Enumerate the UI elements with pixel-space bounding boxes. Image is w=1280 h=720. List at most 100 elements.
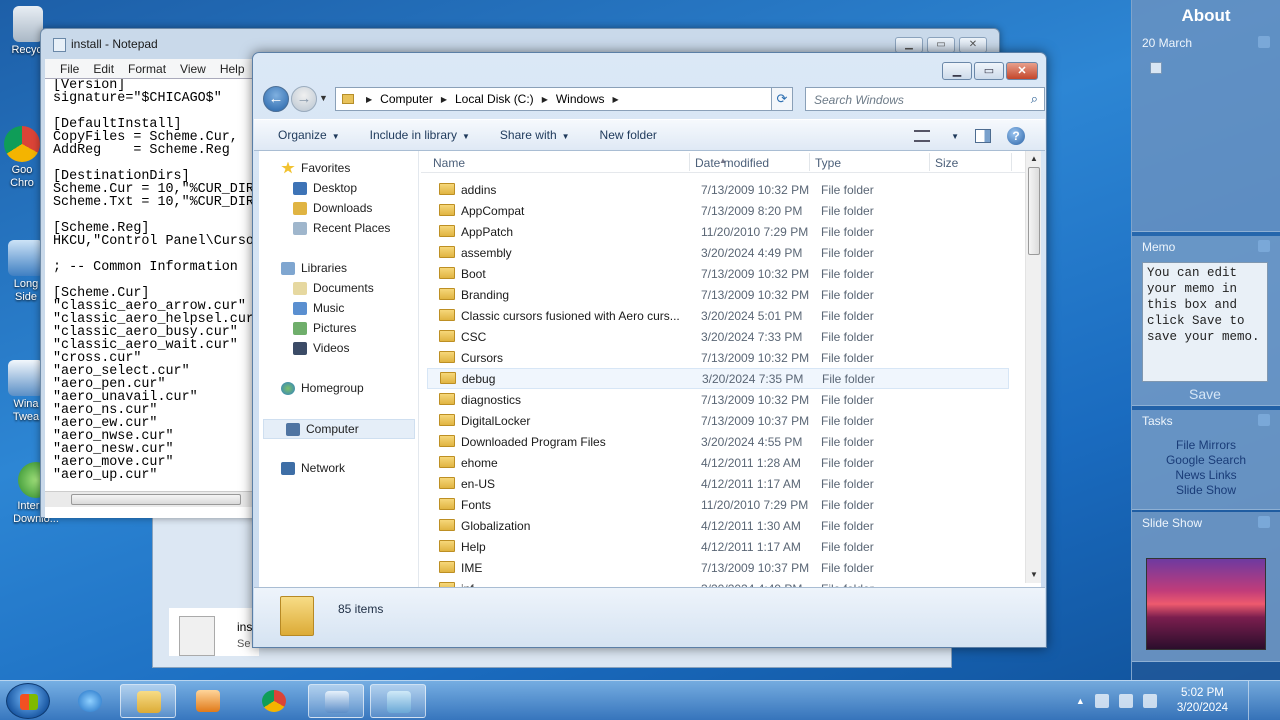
- slideshow-image[interactable]: [1146, 558, 1266, 650]
- column-type[interactable]: Type: [815, 156, 841, 170]
- clock[interactable]: 5:02 PM 3/20/2024: [1167, 686, 1238, 716]
- chevron-right-icon[interactable]: ▶: [613, 95, 619, 104]
- table-row[interactable]: AppCompat 7/13/2009 8:20 PM File folder: [421, 200, 1025, 221]
- show-hidden-icons-icon[interactable]: ▲: [1076, 696, 1085, 706]
- chevron-right-icon[interactable]: ▶: [366, 95, 372, 104]
- forward-button[interactable]: →: [291, 86, 317, 112]
- taskbar-internet-explorer[interactable]: [62, 684, 118, 718]
- change-view-icon[interactable]: [914, 130, 931, 142]
- menu-format[interactable]: Format: [121, 59, 173, 78]
- breadcrumb-local-disk[interactable]: Local Disk (C:): [455, 92, 534, 106]
- network-icon[interactable]: [1118, 694, 1133, 708]
- vertical-scrollbar[interactable]: ▲ ▼: [1025, 151, 1041, 583]
- close-button[interactable]: ✕: [959, 37, 987, 53]
- column-date-modified[interactable]: Date modified: [695, 156, 769, 170]
- table-row[interactable]: IME 7/13/2009 10:37 PM File folder: [421, 557, 1025, 578]
- taskbar-control-panel[interactable]: [308, 684, 364, 718]
- table-row[interactable]: Help 4/12/2011 1:17 AM File folder: [421, 536, 1025, 557]
- taskbar-chrome[interactable]: [246, 684, 302, 718]
- memo-textarea[interactable]: You can edit your memo in this box and c…: [1142, 262, 1268, 382]
- column-name[interactable]: Name: [433, 156, 465, 170]
- nav-homegroup[interactable]: Homegroup: [281, 381, 364, 395]
- table-row[interactable]: Cursors 7/13/2009 10:32 PM File folder: [421, 347, 1025, 368]
- task-link-news-links[interactable]: News Links: [1132, 468, 1280, 483]
- show-desktop-button[interactable]: [1248, 681, 1260, 720]
- task-link-slide-show[interactable]: Slide Show: [1132, 483, 1280, 498]
- minimize-button[interactable]: ▁: [895, 37, 923, 53]
- table-row[interactable]: DigitalLocker 7/13/2009 10:37 PM File fold…: [421, 410, 1025, 431]
- scrollbar-thumb[interactable]: [71, 494, 241, 505]
- search-icon[interactable]: ⌕: [1031, 91, 1038, 107]
- nav-music[interactable]: Music: [293, 301, 344, 315]
- memo-save-button[interactable]: Save: [1142, 386, 1268, 402]
- menu-edit[interactable]: Edit: [86, 59, 121, 78]
- maximize-button[interactable]: ▭: [927, 37, 955, 53]
- refresh-button[interactable]: ⟳: [771, 87, 793, 111]
- explorer-window[interactable]: ▁ ▭ ✕ ← → ▼ ▶ Computer ▶ Local Disk (C:)…: [252, 52, 1047, 648]
- start-button[interactable]: [6, 683, 50, 719]
- volume-muted-icon[interactable]: [1142, 694, 1157, 708]
- breadcrumb-windows[interactable]: Windows: [556, 92, 605, 106]
- nav-documents[interactable]: Documents: [293, 281, 374, 295]
- new-folder-button[interactable]: New folder: [600, 128, 657, 142]
- scroll-up-icon[interactable]: ▲: [1026, 151, 1042, 167]
- nav-downloads[interactable]: Downloads: [293, 201, 372, 215]
- scrollbar-thumb[interactable]: [1028, 167, 1040, 255]
- column-divider[interactable]: [809, 153, 810, 171]
- table-row[interactable]: Fonts 11/20/2010 7:29 PM File folder: [421, 494, 1025, 515]
- action-center-flag-icon[interactable]: [1094, 694, 1109, 708]
- nav-videos[interactable]: Videos: [293, 341, 349, 355]
- table-row[interactable]: assembly 3/20/2024 4:49 PM File folder: [421, 242, 1025, 263]
- preview-pane-icon[interactable]: [975, 129, 991, 143]
- table-row-hovered[interactable]: debug 3/20/2024 7:35 PM File folder: [427, 368, 1009, 389]
- share-with-button[interactable]: Share with ▼: [500, 128, 570, 142]
- column-divider[interactable]: [1011, 153, 1012, 171]
- back-button[interactable]: ←: [263, 86, 289, 112]
- taskbar-notepad[interactable]: [370, 684, 426, 718]
- table-row[interactable]: AppPatch 11/20/2010 7:29 PM File folder: [421, 221, 1025, 242]
- nav-network[interactable]: Network: [281, 461, 345, 475]
- nav-recent-places[interactable]: Recent Places: [293, 221, 390, 235]
- search-input[interactable]: Search Windows ⌕: [805, 87, 1045, 111]
- table-row[interactable]: en-US 4/12/2011 1:17 AM File folder: [421, 473, 1025, 494]
- close-button[interactable]: ✕: [1006, 62, 1038, 80]
- nav-libraries[interactable]: Libraries: [281, 261, 347, 275]
- breadcrumb-computer[interactable]: Computer: [380, 92, 433, 106]
- nav-favorites[interactable]: Favorites: [281, 161, 350, 175]
- task-link-google-search[interactable]: Google Search: [1132, 453, 1280, 468]
- table-row[interactable]: addins 7/13/2009 10:32 PM File folder: [421, 179, 1025, 200]
- pin-icon[interactable]: [1258, 36, 1270, 48]
- table-row[interactable]: ehome 4/12/2011 1:28 AM File folder: [421, 452, 1025, 473]
- menu-file[interactable]: File: [53, 59, 86, 78]
- menu-help[interactable]: Help: [213, 59, 252, 78]
- menu-view[interactable]: View: [173, 59, 213, 78]
- task-link-file-mirrors[interactable]: File Mirrors: [1132, 438, 1280, 453]
- table-row[interactable]: Boot 7/13/2009 10:32 PM File folder: [421, 263, 1025, 284]
- organize-button[interactable]: Organize ▼: [278, 128, 340, 142]
- table-row[interactable]: Globalization 4/12/2011 1:30 AM File folde…: [421, 515, 1025, 536]
- recent-pages-chevron-icon[interactable]: ▼: [319, 93, 328, 103]
- maximize-button[interactable]: ▭: [974, 62, 1004, 80]
- nav-desktop[interactable]: Desktop: [293, 181, 357, 195]
- chevron-right-icon[interactable]: ▶: [542, 95, 548, 104]
- chevron-right-icon[interactable]: ▶: [441, 95, 447, 104]
- table-row[interactable]: CSC 3/20/2024 7:33 PM File folder: [421, 326, 1025, 347]
- address-bar[interactable]: ▶ Computer ▶ Local Disk (C:) ▶ Windows ▶…: [335, 87, 791, 111]
- help-icon[interactable]: ?: [1007, 127, 1025, 145]
- minimize-button[interactable]: ▁: [942, 62, 972, 80]
- notepad-content[interactable]: [Version] signature="$CHICAGO$" [Default…: [45, 79, 265, 489]
- taskbar-explorer[interactable]: [120, 684, 176, 718]
- include-in-library-button[interactable]: Include in library ▼: [370, 128, 470, 142]
- nav-pictures[interactable]: Pictures: [293, 321, 356, 335]
- table-row[interactable]: Downloaded Program Files 3/20/2024 4:55 P…: [421, 431, 1025, 452]
- scroll-down-icon[interactable]: ▼: [1026, 567, 1042, 583]
- view-options-caret-icon[interactable]: ▼: [951, 132, 959, 141]
- horizontal-scrollbar[interactable]: [45, 491, 257, 507]
- table-row[interactable]: Classic cursors fusioned with Aero curs.…: [421, 305, 1025, 326]
- taskbar-media-player[interactable]: [180, 684, 236, 718]
- column-size[interactable]: Size: [935, 156, 958, 170]
- column-divider[interactable]: [689, 153, 690, 171]
- column-divider[interactable]: [929, 153, 930, 171]
- nav-computer[interactable]: Computer: [263, 419, 415, 439]
- table-row[interactable]: diagnostics 7/13/2009 10:32 PM File folder: [421, 389, 1025, 410]
